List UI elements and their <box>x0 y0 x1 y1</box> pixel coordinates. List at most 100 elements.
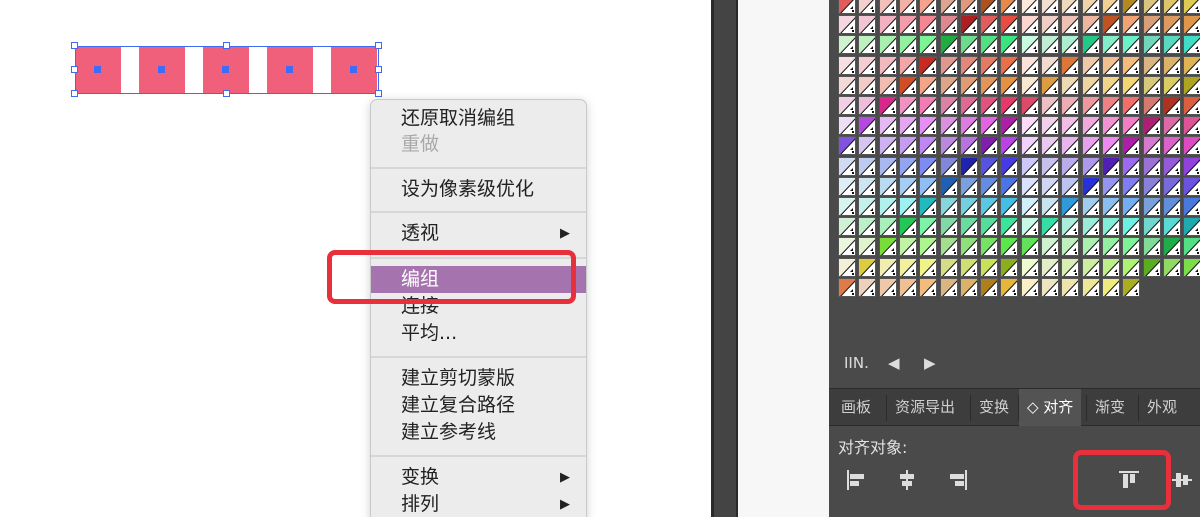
color-swatch[interactable] <box>1142 75 1161 95</box>
color-swatch[interactable] <box>980 156 999 176</box>
color-swatch[interactable] <box>878 237 897 257</box>
color-swatch[interactable] <box>838 176 856 196</box>
resize-handle[interactable] <box>375 66 382 73</box>
color-swatch[interactable] <box>878 136 897 156</box>
resize-handle[interactable] <box>375 42 382 49</box>
color-swatch[interactable] <box>1000 136 1019 156</box>
color-swatch[interactable] <box>1081 277 1100 297</box>
color-swatch[interactable] <box>838 257 856 277</box>
color-swatch[interactable] <box>898 55 917 75</box>
color-swatch[interactable] <box>1000 217 1019 237</box>
color-swatch[interactable] <box>980 75 999 95</box>
color-swatch[interactable] <box>939 176 958 196</box>
menu-item[interactable]: 平均... <box>371 320 586 347</box>
color-swatch[interactable] <box>1183 75 1200 95</box>
color-swatch[interactable] <box>1162 136 1181 156</box>
color-swatch[interactable] <box>939 55 958 75</box>
color-swatch[interactable] <box>1041 15 1059 35</box>
color-swatch[interactable] <box>858 217 877 237</box>
color-swatch[interactable] <box>959 277 978 297</box>
color-swatch[interactable] <box>959 116 978 136</box>
color-swatch[interactable] <box>1122 136 1141 156</box>
color-swatch[interactable] <box>1020 217 1039 237</box>
resize-handle[interactable] <box>71 90 78 97</box>
color-swatch[interactable] <box>1081 96 1100 115</box>
color-swatch[interactable] <box>980 176 999 196</box>
color-swatch[interactable] <box>959 136 978 156</box>
color-swatch[interactable] <box>1101 277 1120 297</box>
color-swatch[interactable] <box>919 176 938 196</box>
color-swatch[interactable] <box>898 176 917 196</box>
color-swatch[interactable] <box>858 136 877 156</box>
color-swatch[interactable] <box>1000 197 1019 216</box>
color-swatch[interactable] <box>939 277 958 297</box>
color-swatch[interactable] <box>1122 96 1141 115</box>
resize-handle[interactable] <box>223 90 230 97</box>
color-swatch[interactable] <box>838 136 856 156</box>
color-swatch[interactable] <box>1122 35 1141 55</box>
color-swatch[interactable] <box>1162 217 1181 237</box>
color-swatch[interactable] <box>858 96 877 115</box>
next-icon[interactable]: ▶ <box>924 354 936 372</box>
panel-tab[interactable]: 渐变 <box>1087 389 1133 426</box>
color-swatch[interactable] <box>1101 96 1120 115</box>
color-swatch[interactable] <box>959 35 978 55</box>
color-swatch[interactable] <box>919 237 938 257</box>
menu-item[interactable]: 建立复合路径 <box>371 392 586 419</box>
color-swatch[interactable] <box>1162 35 1181 55</box>
color-swatch[interactable] <box>1101 15 1120 35</box>
color-swatch[interactable] <box>1122 116 1141 136</box>
color-swatch[interactable] <box>1142 217 1161 237</box>
color-swatch[interactable] <box>980 116 999 136</box>
color-swatch[interactable] <box>1041 75 1059 95</box>
color-swatch[interactable] <box>898 15 917 35</box>
align-right-icon[interactable] <box>944 466 972 494</box>
color-swatch[interactable] <box>1081 116 1100 136</box>
color-swatch[interactable] <box>1183 156 1200 176</box>
color-swatch[interactable] <box>1061 55 1080 75</box>
color-swatch[interactable] <box>939 136 958 156</box>
color-swatch[interactable] <box>1041 96 1059 115</box>
color-swatch[interactable] <box>980 15 999 35</box>
color-swatch[interactable] <box>1041 257 1059 277</box>
color-swatch[interactable] <box>1020 176 1039 196</box>
previous-icon[interactable]: ◀ <box>888 354 900 372</box>
color-swatch[interactable] <box>980 257 999 277</box>
color-swatch[interactable] <box>1162 55 1181 75</box>
color-swatch[interactable] <box>1183 197 1200 216</box>
color-swatch[interactable] <box>939 75 958 95</box>
color-swatch[interactable] <box>1162 0 1181 14</box>
color-swatch[interactable] <box>898 156 917 176</box>
color-swatch[interactable] <box>1041 156 1059 176</box>
color-swatch[interactable] <box>1000 176 1019 196</box>
color-swatch[interactable] <box>959 176 978 196</box>
color-swatch[interactable] <box>858 197 877 216</box>
color-swatch[interactable] <box>939 217 958 237</box>
color-swatch[interactable] <box>878 257 897 277</box>
color-swatch[interactable] <box>919 35 938 55</box>
color-swatch[interactable] <box>1122 197 1141 216</box>
color-swatch[interactable] <box>1081 197 1100 216</box>
color-swatch[interactable] <box>980 136 999 156</box>
color-swatch[interactable] <box>1081 35 1100 55</box>
color-swatch[interactable] <box>1162 237 1181 257</box>
color-swatch[interactable] <box>1183 35 1200 55</box>
color-swatch[interactable] <box>1061 237 1080 257</box>
color-swatch[interactable] <box>1142 257 1161 277</box>
selected-rectangles[interactable] <box>71 42 382 97</box>
color-swatch[interactable] <box>1081 15 1100 35</box>
color-swatch[interactable] <box>1020 96 1039 115</box>
color-swatch[interactable] <box>939 35 958 55</box>
color-swatch[interactable] <box>939 0 958 14</box>
color-swatch[interactable] <box>980 237 999 257</box>
color-swatch[interactable] <box>838 217 856 237</box>
color-swatch[interactable] <box>858 156 877 176</box>
menu-item[interactable]: 还原取消编组 <box>371 105 586 132</box>
color-swatch[interactable] <box>898 197 917 216</box>
color-swatch[interactable] <box>1142 0 1161 14</box>
color-swatch[interactable] <box>1183 217 1200 237</box>
color-swatch[interactable] <box>1081 257 1100 277</box>
color-swatch[interactable] <box>919 197 938 216</box>
color-swatch[interactable] <box>1142 156 1161 176</box>
color-swatch[interactable] <box>878 0 897 14</box>
